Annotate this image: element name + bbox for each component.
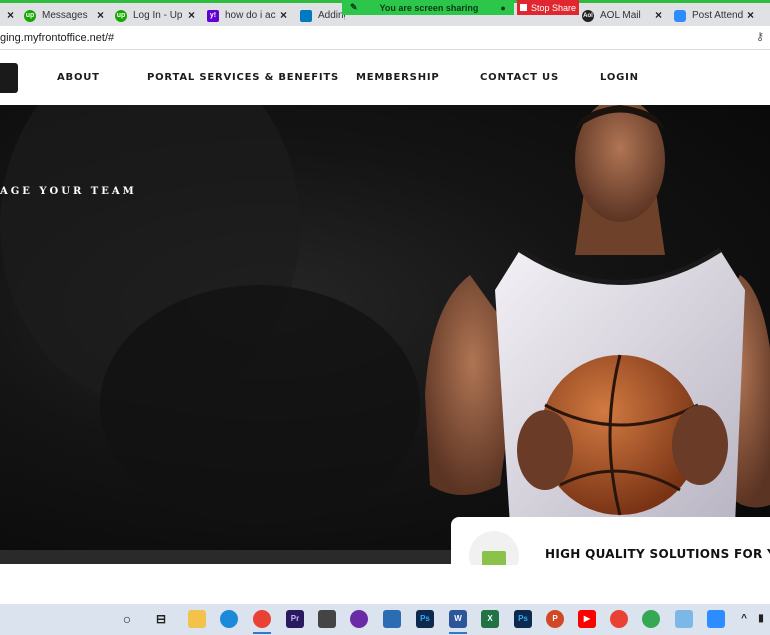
close-icon[interactable]: × bbox=[747, 8, 754, 22]
excel-icon[interactable]: X bbox=[481, 610, 499, 628]
task-view-icon[interactable]: ⊟ bbox=[152, 610, 170, 628]
upwork-icon: up bbox=[24, 9, 36, 22]
powerpoint-icon[interactable]: P bbox=[546, 610, 564, 628]
chevron-up-icon[interactable]: ^ bbox=[735, 610, 753, 628]
nav-membership[interactable]: MEMBERSHIP bbox=[356, 72, 440, 83]
shield-icon: ● bbox=[500, 2, 506, 13]
tray-icon[interactable]: ▮ bbox=[752, 610, 770, 628]
photoshop-icon[interactable]: Ps bbox=[514, 610, 532, 628]
tab-post-attend[interactable]: Post Attend × bbox=[674, 5, 758, 26]
close-icon[interactable]: × bbox=[97, 8, 104, 22]
chrome-icon[interactable] bbox=[642, 610, 660, 628]
tab-aol-mail[interactable]: Aol AOL Mail × bbox=[582, 5, 666, 26]
mail-icon[interactable] bbox=[383, 610, 401, 628]
file-explorer-icon[interactable] bbox=[188, 610, 206, 628]
tab-messages[interactable]: up Messages × bbox=[22, 5, 108, 26]
cortana-icon[interactable]: ○ bbox=[118, 610, 136, 628]
hero-tagline: AGE YOUR TEAM bbox=[0, 186, 137, 197]
zoom-icon bbox=[674, 9, 686, 22]
yahoo-icon: y! bbox=[207, 9, 219, 22]
stop-icon bbox=[519, 4, 527, 11]
presentation-icon bbox=[482, 551, 506, 565]
nav-contact-us[interactable]: CONTACT US bbox=[480, 72, 559, 83]
tab-adding[interactable]: Adding bbox=[300, 5, 345, 26]
nav-portal-services[interactable]: PORTAL SERVICES & BENEFITS bbox=[147, 72, 339, 83]
windows-taskbar: ○ ⊟ Pr Ps W X Ps P ▶ ^ ▮ bbox=[0, 604, 770, 635]
close-icon[interactable]: × bbox=[280, 8, 287, 22]
notes-icon[interactable] bbox=[675, 610, 693, 628]
hero-banner bbox=[0, 105, 770, 550]
nav-login[interactable]: LOGIN bbox=[600, 72, 639, 83]
logo-button[interactable] bbox=[0, 63, 18, 93]
address-bar[interactable]: ging.myfrontoffice.net/# ⚷ bbox=[0, 26, 770, 50]
zoom-icon[interactable] bbox=[707, 610, 725, 628]
premiere-icon[interactable]: Pr bbox=[286, 610, 304, 628]
feature-card-title: HIGH QUALITY SOLUTIONS FOR YOU bbox=[545, 547, 770, 561]
feature-icon-circle bbox=[469, 531, 519, 565]
share-status: ✎ You are screen sharing ● bbox=[342, 0, 514, 15]
edge-icon[interactable] bbox=[220, 610, 238, 628]
stop-share-button[interactable]: Stop Share bbox=[517, 0, 579, 15]
store-icon[interactable] bbox=[318, 610, 336, 628]
site-nav: ABOUT PORTAL SERVICES & BENEFITS MEMBERS… bbox=[0, 50, 770, 105]
url-text[interactable]: ging.myfrontoffice.net/# bbox=[0, 32, 114, 44]
close-icon[interactable]: × bbox=[188, 8, 195, 22]
tab-yahoo[interactable]: y! how do i ac × bbox=[207, 5, 291, 26]
upwork-icon: up bbox=[115, 9, 127, 22]
hero-image bbox=[0, 105, 770, 525]
key-icon[interactable]: ⚷ bbox=[756, 30, 764, 43]
chrome-icon[interactable] bbox=[610, 610, 628, 628]
close-icon[interactable]: × bbox=[655, 8, 662, 22]
pin-icon[interactable]: ✎ bbox=[350, 2, 358, 13]
trello-icon bbox=[300, 9, 312, 22]
nav-about[interactable]: ABOUT bbox=[57, 72, 100, 83]
youtube-icon[interactable]: ▶ bbox=[578, 610, 596, 628]
page-content-area bbox=[0, 564, 770, 604]
aol-icon: Aol bbox=[582, 9, 594, 22]
feature-card: HIGH QUALITY SOLUTIONS FOR YOU bbox=[451, 517, 770, 565]
tab-login[interactable]: up Log In - Up × bbox=[115, 5, 199, 26]
close-icon[interactable]: × bbox=[7, 8, 14, 22]
word-icon[interactable]: W bbox=[449, 610, 467, 628]
hero-bottom-strip bbox=[0, 550, 460, 564]
photoshop-icon[interactable]: Ps bbox=[416, 610, 434, 628]
tab-current[interactable]: × bbox=[0, 5, 20, 26]
chrome-icon[interactable] bbox=[253, 610, 271, 628]
app-icon[interactable] bbox=[350, 610, 368, 628]
screen-share-banner: ✎ You are screen sharing ● Stop Share bbox=[342, 0, 579, 15]
